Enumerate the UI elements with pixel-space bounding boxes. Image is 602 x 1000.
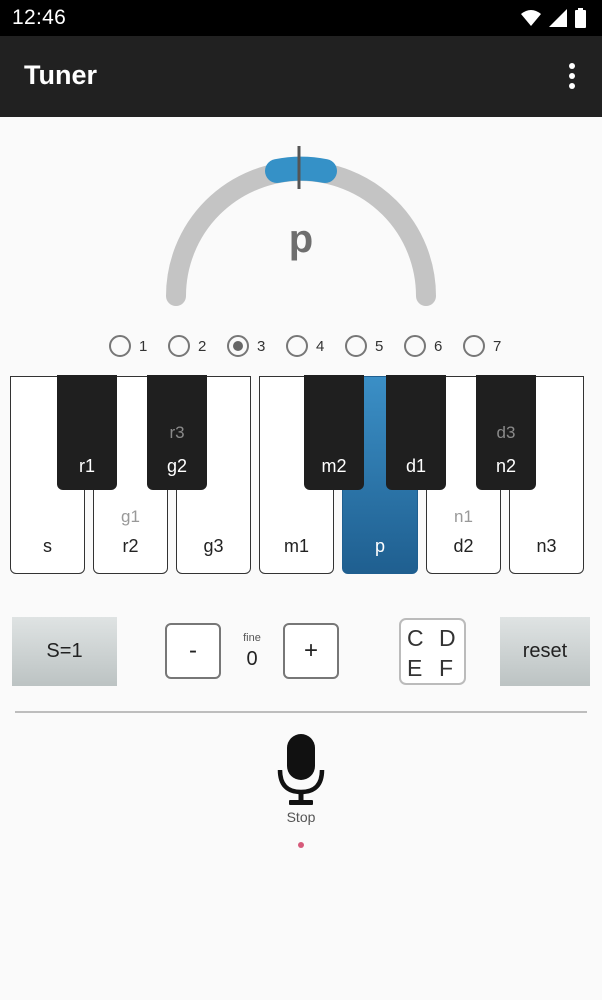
octave-radio-6[interactable]: 6 bbox=[404, 333, 463, 359]
microphone-icon[interactable] bbox=[277, 734, 325, 806]
stop-label: Stop bbox=[286, 809, 316, 825]
recording-indicator bbox=[298, 842, 304, 848]
octave-radio-5[interactable]: 5 bbox=[345, 333, 404, 359]
octave-selector: 1 2 3 4 5 6 7 bbox=[109, 333, 522, 359]
app-title: Tuner bbox=[24, 60, 97, 90]
wifi-icon bbox=[521, 10, 541, 26]
fine-label: fine bbox=[243, 632, 261, 644]
octave-radio-7[interactable]: 7 bbox=[463, 333, 522, 359]
octave-radio-2[interactable]: 2 bbox=[168, 333, 227, 359]
swara-keyboard: s g1 r2 g3 m1 p n1 d2 n3 r1 r3 g2 m2 d1 d3 n… bbox=[0, 375, 602, 580]
battery-icon bbox=[575, 8, 586, 28]
notation-toggle-button[interactable]: C D E F bbox=[399, 618, 466, 685]
s-value-button[interactable]: S=1 bbox=[12, 617, 117, 686]
key-n2[interactable]: d3 n2 bbox=[476, 375, 536, 490]
app-bar: Tuner bbox=[0, 36, 602, 117]
octave-radio-4[interactable]: 4 bbox=[286, 333, 345, 359]
octave-radio-1[interactable]: 1 bbox=[109, 333, 168, 359]
fine-value: 0 bbox=[246, 648, 258, 670]
status-time: 12:46 bbox=[12, 6, 67, 29]
divider bbox=[15, 711, 587, 713]
status-icons bbox=[521, 7, 586, 29]
key-g2[interactable]: r3 g2 bbox=[147, 375, 207, 490]
status-bar: 12:46 bbox=[0, 0, 602, 36]
detected-note: p bbox=[288, 217, 314, 261]
more-vert-icon[interactable] bbox=[560, 58, 584, 94]
key-r1[interactable]: r1 bbox=[57, 375, 117, 490]
fine-increase-button[interactable]: + bbox=[283, 623, 339, 679]
key-d1[interactable]: d1 bbox=[386, 375, 446, 490]
signal-icon bbox=[549, 9, 567, 27]
key-m2[interactable]: m2 bbox=[304, 375, 364, 490]
fine-decrease-button[interactable]: - bbox=[165, 623, 221, 679]
octave-radio-3[interactable]: 3 bbox=[227, 333, 286, 359]
reset-button[interactable]: reset bbox=[500, 617, 590, 686]
